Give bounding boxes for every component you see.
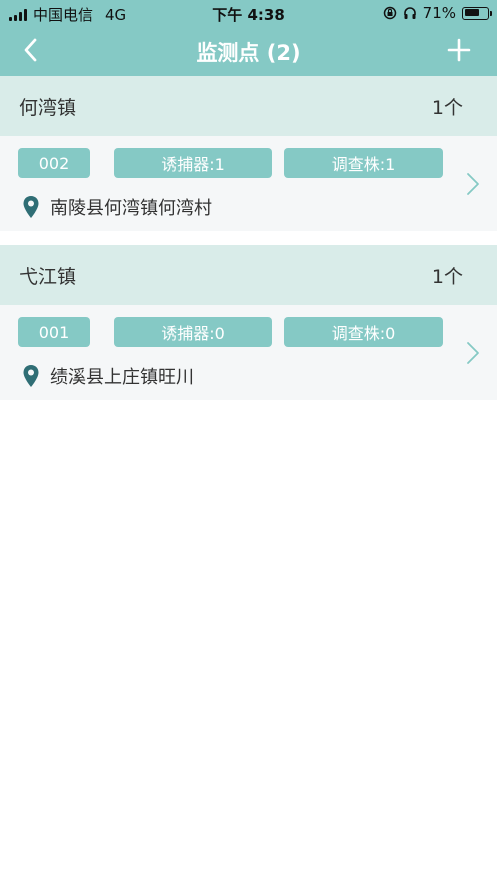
monitoring-point-row[interactable]: 002 诱捕器:1 调查株:1 南陵县何湾镇何湾村 <box>0 136 497 231</box>
chevron-right-icon <box>467 342 479 364</box>
add-button[interactable] <box>447 38 471 62</box>
survey-tree-badge: 调查株:0 <box>284 317 443 347</box>
point-id-badge: 002 <box>18 148 90 178</box>
chevron-right-icon <box>467 173 479 195</box>
location-pin-icon <box>23 196 39 218</box>
group-header: 何湾镇 1个 <box>0 76 497 136</box>
monitoring-point-row[interactable]: 001 诱捕器:0 调查株:0 绩溪县上庄镇旺川 <box>0 305 497 400</box>
page-title: 监测点 (2) <box>196 41 301 65</box>
plus-icon <box>447 38 471 62</box>
town-group: 何湾镇 1个 002 诱捕器:1 调查株:1 南陵县何湾镇何湾村 <box>0 76 497 231</box>
battery-icon <box>462 6 492 20</box>
site-count: 1个 <box>431 265 463 288</box>
group-header: 弋江镇 1个 <box>0 245 497 305</box>
point-address: 绩溪县上庄镇旺川 <box>50 367 194 388</box>
town-group: 弋江镇 1个 001 诱捕器:0 调查株:0 绩溪县上庄镇旺川 <box>0 245 497 400</box>
town-name: 何湾镇 <box>19 96 77 119</box>
point-id-badge: 001 <box>18 317 90 347</box>
orientation-lock-icon <box>383 6 396 20</box>
site-count: 1个 <box>431 96 463 119</box>
point-address: 南陵县何湾镇何湾村 <box>50 198 212 219</box>
location-pin-icon <box>23 365 39 387</box>
navigation-bar: 监测点 (2) <box>0 26 497 76</box>
town-name: 弋江镇 <box>19 265 77 288</box>
trap-count-badge: 诱捕器:0 <box>114 317 272 347</box>
headphones-icon <box>403 7 416 19</box>
battery-percent: 71% <box>422 4 456 22</box>
status-bar: 中国电信 4G 下午 4:38 71% <box>0 0 497 26</box>
header-bar: 中国电信 4G 下午 4:38 71% 监测点 (2) <box>0 0 497 76</box>
trap-count-badge: 诱捕器:1 <box>114 148 272 178</box>
survey-tree-badge: 调查株:1 <box>284 148 443 178</box>
